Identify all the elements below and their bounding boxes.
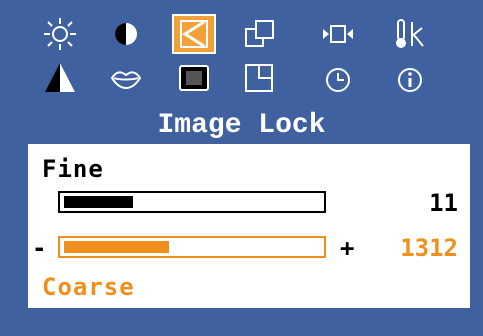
menu-title: Image Lock <box>157 110 326 141</box>
color-icon[interactable] <box>38 58 82 98</box>
adjust-panel: Fine 11 - + 1312 Coarse <box>28 144 470 308</box>
clock-icon[interactable] <box>316 58 360 98</box>
position-icon[interactable] <box>238 14 282 54</box>
color-icon-svg <box>45 63 75 92</box>
clock-icon-svg <box>326 68 350 92</box>
temperature-icon[interactable] <box>388 14 432 54</box>
pattern-icon[interactable] <box>172 58 216 98</box>
lips-icon[interactable] <box>104 58 148 98</box>
image-lock-icon-svg <box>180 20 208 48</box>
increase-symbol[interactable]: + <box>340 234 354 262</box>
brightness-icon-svg <box>44 18 76 50</box>
osd-menu: Image Lock Fine 11 - + 1312 Coarse <box>0 0 483 336</box>
coarse-slider[interactable] <box>58 236 326 258</box>
window-icon-svg <box>245 64 273 92</box>
brightness-icon[interactable] <box>38 14 82 54</box>
temperature-icon-svg <box>396 19 424 48</box>
pattern-icon-svg <box>179 65 209 91</box>
position-icon-svg <box>245 20 274 47</box>
lips-icon-svg <box>110 71 142 90</box>
coarse-label: Coarse <box>42 273 135 301</box>
info-icon[interactable] <box>388 58 432 98</box>
icon-row-1 <box>38 14 458 54</box>
info-icon-svg <box>398 68 422 92</box>
image-lock-icon[interactable] <box>172 14 216 54</box>
icon-row-2 <box>38 58 458 98</box>
decrease-symbol[interactable]: - <box>32 234 46 262</box>
fine-value: 11 <box>429 189 458 217</box>
input-select-icon[interactable] <box>316 14 360 54</box>
input-select-icon-svg <box>323 25 353 43</box>
fine-slider[interactable] <box>58 191 326 213</box>
coarse-value: 1312 <box>400 234 458 262</box>
contrast-icon[interactable] <box>104 14 148 54</box>
menu-icon-bar <box>38 8 458 108</box>
window-icon[interactable] <box>238 58 282 98</box>
fine-slider-fill <box>64 196 133 208</box>
coarse-slider-fill <box>64 241 169 253</box>
fine-label: Fine <box>42 155 104 183</box>
contrast-icon-svg <box>115 23 137 45</box>
